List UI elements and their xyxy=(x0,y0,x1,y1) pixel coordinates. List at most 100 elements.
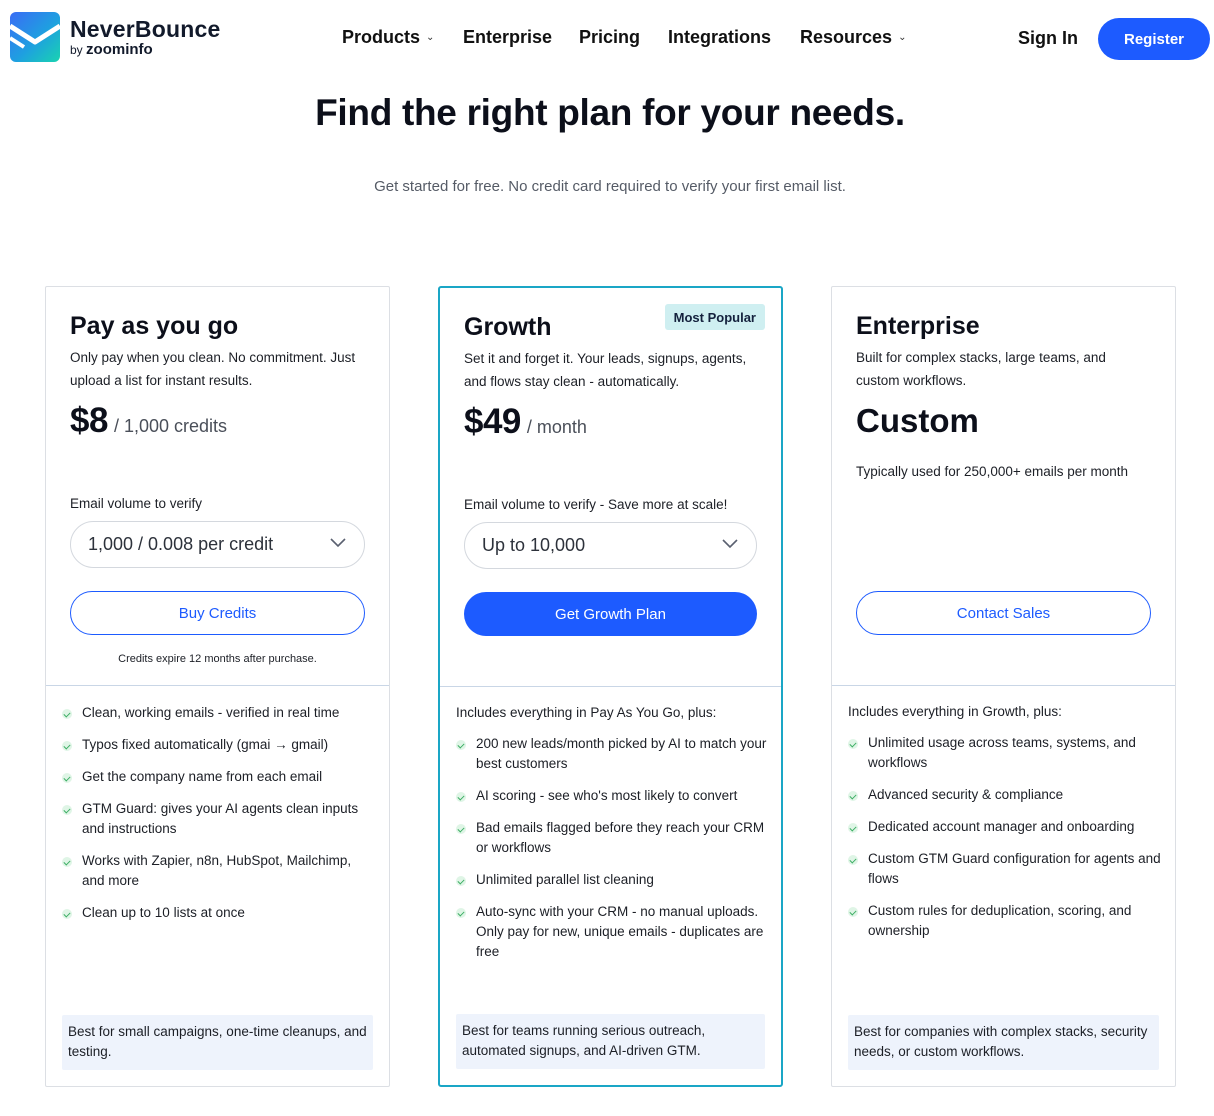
price-unit: / 1,000 credits xyxy=(113,416,227,436)
check-icon xyxy=(848,739,858,749)
feature-list: Includes everything in Pay As You Go, pl… xyxy=(456,704,771,974)
feature-text: Bad emails flagged before they reach you… xyxy=(476,820,765,855)
list-item: Clean, working emails - verified in real… xyxy=(62,703,377,723)
plan-name: Enterprise xyxy=(856,312,980,340)
check-icon xyxy=(848,823,858,833)
feature-list: Includes everything in Growth, plus: Unl… xyxy=(848,703,1163,953)
nav-resources-label: Resources xyxy=(800,26,893,47)
list-item: AI scoring - see who's most likely to co… xyxy=(456,786,771,806)
nav-pricing[interactable]: Pricing xyxy=(579,26,640,48)
volume-select[interactable]: 1,000 / 0.008 per credit xyxy=(70,521,365,568)
card-divider xyxy=(832,685,1175,686)
check-icon xyxy=(62,857,72,867)
plan-card-pay-as-you-go: Pay as you go Only pay when you clean. N… xyxy=(45,286,390,1087)
volume-label: Email volume to verify xyxy=(70,496,203,511)
brand-name: NeverBounce xyxy=(70,16,221,42)
feature-text: Custom rules for deduplication, scoring,… xyxy=(868,903,1132,938)
list-item: GTM Guard: gives your AI agents clean in… xyxy=(62,799,377,839)
buy-credits-button[interactable]: Buy Credits xyxy=(70,591,365,635)
get-growth-plan-button[interactable]: Get Growth Plan xyxy=(464,592,757,636)
check-icon xyxy=(848,791,858,801)
chevron-down-icon xyxy=(722,539,738,549)
volume-selected-value: 1,000 / 0.008 per credit xyxy=(88,534,274,554)
plan-description: Built for complex stacks, large teams, a… xyxy=(856,350,1106,388)
best-for-note: Best for small campaigns, one-time clean… xyxy=(62,1015,373,1070)
list-item: Get the company name from each email xyxy=(62,767,377,787)
feature-text: Unlimited parallel list cleaning xyxy=(476,872,654,887)
list-item: Unlimited usage across teams, systems, a… xyxy=(848,733,1163,773)
price-amount: $49 xyxy=(464,402,521,441)
best-for-note: Best for companies with complex stacks, … xyxy=(848,1015,1159,1070)
check-icon xyxy=(456,876,466,886)
feature-text: Unlimited usage across teams, systems, a… xyxy=(868,735,1136,770)
list-item: Works with Zapier, n8n, HubSpot, Mailchi… xyxy=(62,851,377,891)
plan-price: $8 / 1,000 credits xyxy=(70,401,227,441)
list-item: 200 new leads/month picked by AI to matc… xyxy=(456,734,771,774)
check-icon xyxy=(456,824,466,834)
plan-card-enterprise: Enterprise Built for complex stacks, lar… xyxy=(831,286,1176,1087)
nav-resources[interactable]: Resources ⌄ xyxy=(800,26,906,48)
feature-text: Auto-sync with your CRM - no manual uplo… xyxy=(476,904,764,959)
list-item: Bad emails flagged before they reach you… xyxy=(456,818,771,858)
check-icon xyxy=(456,908,466,918)
nav-integrations-label: Integrations xyxy=(668,26,772,47)
price-amount: $8 xyxy=(70,401,108,440)
register-button[interactable]: Register xyxy=(1098,18,1210,60)
check-icon xyxy=(62,805,72,815)
list-item: Unlimited parallel list cleaning xyxy=(456,870,771,890)
contact-sales-button[interactable]: Contact Sales xyxy=(856,591,1151,635)
volume-label: Email volume to verify - Save more at sc… xyxy=(464,497,728,512)
chevron-down-icon: ⌄ xyxy=(898,31,907,43)
price-amount: Custom xyxy=(856,402,979,439)
feature-text: Clean up to 10 lists at once xyxy=(82,905,245,920)
check-icon xyxy=(848,907,858,917)
feature-text: Advanced security & compliance xyxy=(868,787,1064,802)
credits-expire-note: Credits expire 12 months after purchase. xyxy=(118,653,317,665)
list-item: Auto-sync with your CRM - no manual uplo… xyxy=(456,902,771,962)
nav-enterprise[interactable]: Enterprise xyxy=(463,26,552,48)
feature-text: 200 new leads/month picked by AI to matc… xyxy=(476,736,767,771)
features-intro: Includes everything in Pay As You Go, pl… xyxy=(456,705,717,720)
nav-enterprise-label: Enterprise xyxy=(463,26,553,47)
best-for-note: Best for teams running serious outreach,… xyxy=(456,1014,765,1069)
brand-logo[interactable]: NeverBounce by zoominfo xyxy=(10,12,220,62)
nav-integrations[interactable]: Integrations xyxy=(668,26,771,48)
list-item: Typos fixed automatically (gmai → gmail) xyxy=(62,735,377,755)
check-icon xyxy=(456,740,466,750)
volume-selected-value: Up to 10,000 xyxy=(482,535,586,555)
feature-text: Custom GTM Guard configuration for agent… xyxy=(868,851,1161,886)
features-intro: Includes everything in Growth, plus: xyxy=(848,704,1062,719)
card-divider xyxy=(46,685,389,686)
feature-text: Dedicated account manager and onboarding xyxy=(868,819,1135,834)
check-icon xyxy=(456,792,466,802)
feature-text: Works with Zapier, n8n, HubSpot, Mailchi… xyxy=(82,853,352,888)
feature-text: Typos fixed automatically (gmai → gmail) xyxy=(82,737,329,752)
brand-subtitle: by zoominfo xyxy=(70,42,220,58)
check-icon xyxy=(62,709,72,719)
plan-name: Growth xyxy=(464,313,552,341)
brand-by: by xyxy=(70,43,83,57)
envelope-logo-icon xyxy=(10,12,60,62)
usage-note: Typically used for 250,000+ emails per m… xyxy=(856,464,1129,479)
plan-description: Only pay when you clean. No commitment. … xyxy=(70,350,356,388)
nav-products[interactable]: Products ⌄ xyxy=(342,26,434,48)
check-icon xyxy=(62,741,72,751)
site-header: NeverBounce by zoominfo Products ⌄ Enterp… xyxy=(0,0,1214,78)
feature-text: Clean, working emails - verified in real… xyxy=(82,705,340,720)
sign-in-link[interactable]: Sign In xyxy=(1018,28,1078,49)
chevron-down-icon xyxy=(330,538,346,548)
check-icon xyxy=(62,773,72,783)
check-icon xyxy=(848,855,858,865)
feature-list: Clean, working emails - verified in real… xyxy=(62,703,377,935)
list-item: Custom rules for deduplication, scoring,… xyxy=(848,901,1163,941)
list-item: Clean up to 10 lists at once xyxy=(62,903,377,923)
card-divider xyxy=(440,686,781,687)
list-item: Custom GTM Guard configuration for agent… xyxy=(848,849,1163,889)
most-popular-badge: Most Popular xyxy=(664,304,765,330)
brand-parent: zoominfo xyxy=(86,41,153,58)
volume-select[interactable]: Up to 10,000 xyxy=(464,522,757,569)
plan-name: Pay as you go xyxy=(70,312,239,340)
nav-pricing-label: Pricing xyxy=(579,26,641,47)
feature-text: Get the company name from each email xyxy=(82,769,323,784)
nav-products-label: Products xyxy=(342,26,421,47)
